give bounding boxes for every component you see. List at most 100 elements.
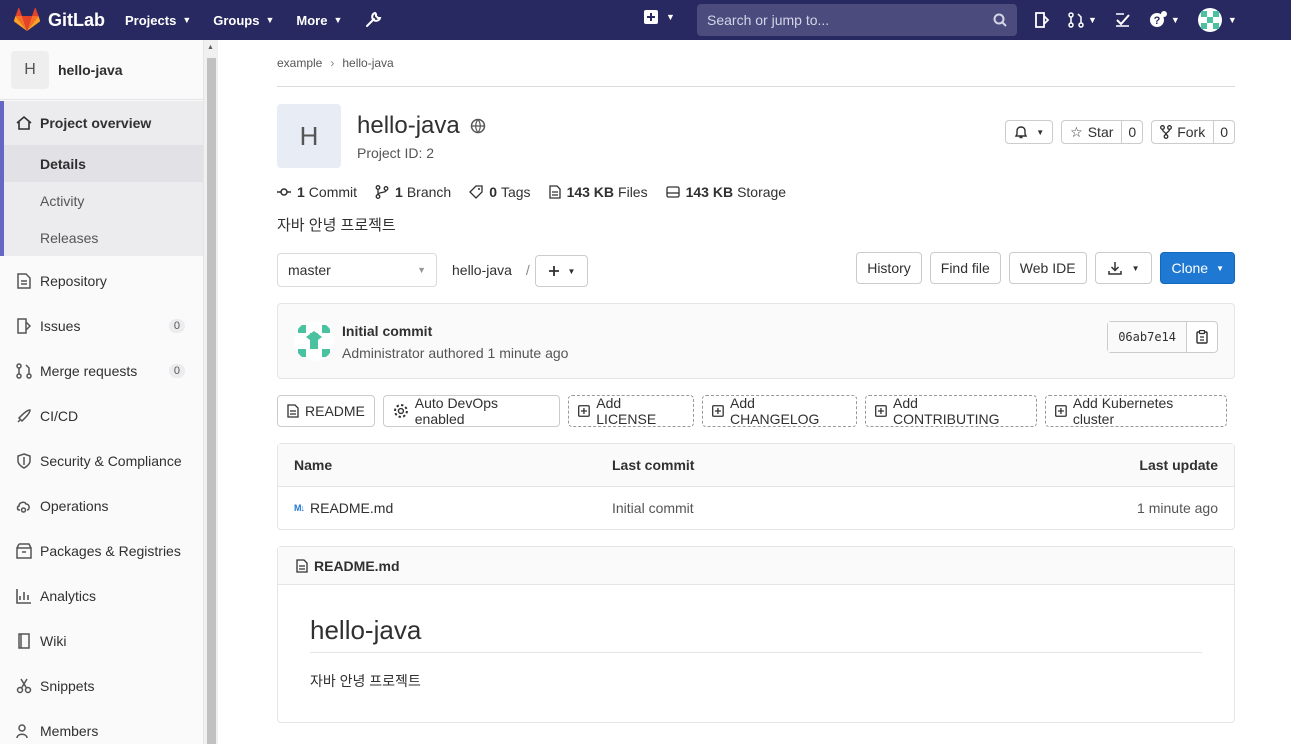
stat-commits[interactable]: 1 Commit xyxy=(277,184,357,200)
download-icon xyxy=(1107,262,1122,275)
breadcrumb-item-example[interactable]: example xyxy=(277,56,322,70)
document-icon xyxy=(296,558,308,573)
merge-requests-nav-link[interactable]: ▼ xyxy=(1068,12,1097,28)
book-icon xyxy=(16,632,32,649)
branch-select[interactable]: master ▼ xyxy=(277,253,437,287)
file-last-update: 1 minute ago xyxy=(1137,500,1218,516)
add-kubernetes-cluster-button[interactable]: Add Kubernetes cluster xyxy=(1045,395,1227,427)
markdown-icon: M↓ xyxy=(294,503,305,513)
nav-groups-dropdown[interactable]: Groups ▼ xyxy=(213,13,274,28)
issues-icon xyxy=(16,317,32,334)
add-changelog-button[interactable]: Add CHANGELOG xyxy=(702,395,858,427)
todos-nav-link[interactable] xyxy=(1115,12,1131,28)
branch-icon xyxy=(375,185,389,199)
rocket-icon xyxy=(16,408,32,424)
star-label: Star xyxy=(1087,124,1114,140)
settings-icon xyxy=(393,404,408,418)
sidebar-item-packages-registries[interactable]: Packages & Registries xyxy=(0,528,203,573)
sidebar-item-analytics[interactable]: Analytics xyxy=(0,573,203,618)
star-button[interactable]: ☆ Star xyxy=(1062,121,1121,143)
column-header-last-update: Last update xyxy=(1139,457,1218,473)
commit-author-avatar[interactable] xyxy=(294,321,334,361)
sidebar-project-header[interactable]: H hello-java xyxy=(0,40,203,100)
commit-title[interactable]: Initial commit xyxy=(342,323,432,339)
star-icon: ☆ xyxy=(1070,123,1083,140)
admin-area-link[interactable] xyxy=(364,11,382,29)
quick-link-label: Auto DevOps enabled xyxy=(414,395,499,427)
sidebar-item-ci-cd[interactable]: CI/CD xyxy=(0,393,203,438)
breadcrumb-item-project[interactable]: hello-java xyxy=(342,56,393,70)
stat-files[interactable]: 143 KB Files xyxy=(548,184,648,200)
new-item-dropdown[interactable]: ▼ xyxy=(644,10,675,24)
find-file-button[interactable]: Find file xyxy=(929,252,1001,284)
table-header: Name Last commit Last update xyxy=(278,444,1234,487)
fork-icon xyxy=(1160,125,1173,139)
search-input[interactable]: Search or jump to... xyxy=(697,4,1017,36)
stat-branches[interactable]: 1 Branch xyxy=(375,184,451,200)
sidebar-item-security-compliance[interactable]: Security & Compliance xyxy=(0,438,203,483)
fork-count[interactable]: 0 xyxy=(1213,121,1234,143)
sidebar-item-label: Project overview xyxy=(40,115,152,131)
sidebar-item-wiki[interactable]: Wiki xyxy=(0,618,203,663)
identicon-icon xyxy=(298,325,330,357)
clone-dropdown[interactable]: Clone ▼ xyxy=(1160,252,1235,284)
web-ide-button[interactable]: Web IDE xyxy=(1008,252,1087,284)
gitlab-home-link[interactable]: GitLab xyxy=(14,8,105,32)
main-content: example › hello-java H hello-java Projec… xyxy=(277,40,1235,723)
sidebar-subitem-releases[interactable]: Releases xyxy=(4,219,203,256)
commit-sha[interactable]: 06ab7e14 xyxy=(1108,322,1186,352)
file-last-commit[interactable]: Initial commit xyxy=(612,500,694,516)
file-name[interactable]: README.md xyxy=(310,500,393,516)
sidebar-item-repository[interactable]: Repository xyxy=(0,258,203,303)
star-count[interactable]: 0 xyxy=(1121,121,1142,143)
history-button[interactable]: History xyxy=(856,252,922,284)
download-dropdown[interactable]: ▼ xyxy=(1094,252,1153,284)
user-menu-dropdown[interactable]: ▼ xyxy=(1197,8,1237,32)
sidebar-item-project-overview[interactable]: Project overview xyxy=(4,101,203,145)
sidebar-project-name: hello-java xyxy=(58,61,123,78)
project-stats: 1 Commit 1 Branch 0 Tags 143 KB Files 14… xyxy=(277,184,804,200)
add-contributing-button[interactable]: Add CONTRIBUTING xyxy=(865,395,1038,427)
scroll-up-arrow-icon[interactable]: ▲ xyxy=(207,44,214,51)
sidebar-item-issues[interactable]: Issues 0 xyxy=(0,303,203,348)
sidebar-item-members[interactable]: Members xyxy=(0,708,203,744)
repo-path-root[interactable]: hello-java xyxy=(452,262,512,278)
copy-sha-button[interactable] xyxy=(1186,322,1217,352)
sidebar-item-label: Operations xyxy=(40,497,109,514)
add-to-tree-dropdown[interactable]: ▼ xyxy=(535,255,588,287)
sidebar-item-label: Members xyxy=(40,722,99,739)
stat-tags[interactable]: 0 Tags xyxy=(469,184,531,200)
file-icon xyxy=(548,185,561,199)
fork-button[interactable]: Fork xyxy=(1152,121,1213,143)
stat-storage[interactable]: 143 KB Storage xyxy=(665,184,786,200)
issues-nav-link[interactable] xyxy=(1034,12,1050,28)
sidebar-subitem-label: Activity xyxy=(40,192,85,209)
commit-author[interactable]: Administrator xyxy=(342,345,424,361)
sidebar-item-merge-requests[interactable]: Merge requests 0 xyxy=(0,348,203,393)
stat-label: Commit xyxy=(308,184,358,200)
globe-icon xyxy=(470,118,485,134)
sidebar-item-label: Snippets xyxy=(40,677,95,694)
table-row[interactable]: M↓ README.md Initial commit 1 minute ago xyxy=(278,487,1234,529)
nav-projects-dropdown[interactable]: Projects ▼ xyxy=(125,13,191,28)
readme-link-button[interactable]: README xyxy=(277,395,375,427)
scrollbar-thumb[interactable] xyxy=(207,58,216,744)
chevron-down-icon: ▼ xyxy=(1227,15,1237,25)
sidebar-subitem-activity[interactable]: Activity xyxy=(4,182,203,219)
stat-value: 143 KB xyxy=(685,184,734,200)
auto-devops-button[interactable]: Auto DevOps enabled xyxy=(382,395,561,427)
add-license-button[interactable]: Add LICENSE xyxy=(568,395,695,427)
branch-select-value: master xyxy=(288,262,331,278)
stat-value: 1 xyxy=(297,184,305,200)
sidebar-item-snippets[interactable]: Snippets xyxy=(0,663,203,708)
nav-more-dropdown[interactable]: More ▼ xyxy=(296,13,342,28)
help-dropdown[interactable]: ? ▼ xyxy=(1149,11,1180,29)
notification-dropdown[interactable]: ▼ xyxy=(1005,120,1054,144)
sidebar-scrollbar[interactable]: ▲ xyxy=(204,40,218,744)
package-icon xyxy=(16,542,32,559)
chevron-down-icon: ▼ xyxy=(666,12,675,22)
file-name-cell[interactable]: M↓ README.md xyxy=(294,500,393,516)
sidebar-subitem-details[interactable]: Details xyxy=(4,145,203,182)
sidebar-item-operations[interactable]: Operations xyxy=(0,483,203,528)
readme-filename[interactable]: README.md xyxy=(314,558,400,574)
